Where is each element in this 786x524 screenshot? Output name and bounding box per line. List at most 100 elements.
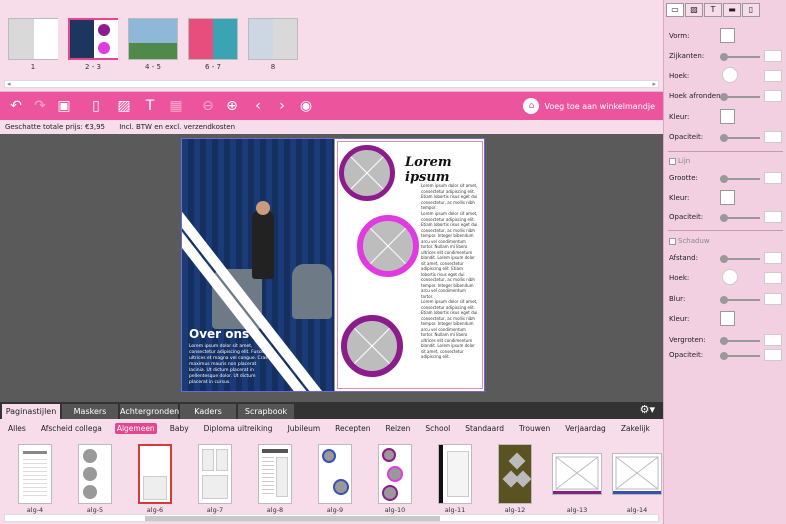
tab-scrapbook[interactable]: Scrapbook <box>238 404 294 419</box>
slider-knob[interactable] <box>720 337 728 345</box>
text-tab-icon[interactable]: T <box>704 3 722 17</box>
zijkanten-slider[interactable] <box>720 53 760 61</box>
schaduw-checkbox[interactable]: Schaduw <box>669 237 710 245</box>
grootte-slider[interactable] <box>720 175 760 183</box>
zijkanten-value[interactable] <box>764 50 782 62</box>
category-standaard[interactable]: Standaard <box>463 423 506 434</box>
preview-eye-icon[interactable]: ◉ <box>296 96 316 116</box>
tab-kaders[interactable]: Kaders <box>180 404 236 419</box>
afstand-slider[interactable] <box>720 255 760 263</box>
left-page-title[interactable]: Over ons <box>189 327 249 341</box>
slider-knob[interactable] <box>720 53 728 61</box>
category-baby[interactable]: Baby <box>168 423 191 434</box>
layout-thumb[interactable] <box>198 444 232 504</box>
page-thumb-8[interactable] <box>248 18 298 60</box>
opaciteit-value[interactable] <box>764 131 782 143</box>
category-recepten[interactable]: Recepten <box>333 423 372 434</box>
vergroten-value[interactable] <box>764 334 782 346</box>
page-thumb-6-7[interactable] <box>188 18 238 60</box>
category-verjaardag[interactable]: Verjaardag <box>563 423 608 434</box>
schaduw-opaciteit-slider[interactable] <box>720 352 760 360</box>
category-diploma-uitreiking[interactable]: Diploma uitreiking <box>202 423 275 434</box>
layout-thumb[interactable] <box>498 444 532 504</box>
vergroten-slider[interactable] <box>720 337 760 345</box>
category-afscheid-collega[interactable]: Afscheid collega <box>39 423 104 434</box>
page-tab-icon[interactable]: ▯ <box>742 3 760 17</box>
category-trouwen[interactable]: Trouwen <box>517 423 552 434</box>
slider-knob[interactable] <box>720 93 728 101</box>
add-image-icon[interactable]: ▨ <box>114 96 134 116</box>
schaduw-kleur-swatch[interactable] <box>720 311 735 326</box>
category-zakelijk[interactable]: Zakelijk <box>619 423 652 434</box>
image-placeholder-circle[interactable] <box>341 315 403 377</box>
add-to-cart-button[interactable]: ⌂ Voeg toe aan winkelmandje <box>523 97 655 115</box>
category-jubileum[interactable]: Jubileum <box>286 423 323 434</box>
category-reizen[interactable]: Reizen <box>383 423 412 434</box>
category-school[interactable]: School <box>423 423 452 434</box>
lijn-kleur-swatch[interactable] <box>720 190 735 205</box>
save-icon[interactable]: ▣ <box>54 96 74 116</box>
right-page-title[interactable]: Lorem ipsum <box>405 155 484 185</box>
schaduw-hoek-value[interactable] <box>764 272 782 284</box>
slider-knob[interactable] <box>720 255 728 263</box>
frame-tab-icon[interactable]: ▬ <box>723 3 741 17</box>
afstand-value[interactable] <box>764 252 782 264</box>
slider-knob[interactable] <box>720 352 728 360</box>
zoom-out-icon[interactable]: ⊖ <box>198 96 218 116</box>
layout-scrollbar[interactable] <box>4 514 659 522</box>
grootte-value[interactable] <box>764 172 782 184</box>
layout-thumb[interactable] <box>612 453 662 495</box>
tab-paginastijlen[interactable]: Paginastijlen <box>2 404 60 419</box>
image-tab-icon[interactable]: ▨ <box>685 3 703 17</box>
layout-thumb[interactable] <box>78 444 112 504</box>
layout-thumb[interactable] <box>438 444 472 504</box>
shape-tab-icon[interactable]: ▭ <box>666 3 684 17</box>
hoek-dial[interactable] <box>722 67 738 83</box>
tab-achtergronden[interactable]: Achtergronden <box>120 404 179 419</box>
page-thumb-4-5[interactable] <box>128 18 178 60</box>
checkbox-box[interactable] <box>669 157 676 165</box>
blur-slider[interactable] <box>720 296 760 304</box>
slider-knob[interactable] <box>720 175 728 183</box>
shape-selector[interactable] <box>720 28 735 43</box>
scrollbar-thumb[interactable] <box>145 516 440 521</box>
editor-canvas[interactable]: Over ons Lorem ipsum dolor sit amet, con… <box>0 134 663 402</box>
layout-thumb[interactable] <box>318 444 352 504</box>
kleur-swatch[interactable] <box>720 109 735 124</box>
add-page-icon[interactable]: ▯ <box>86 96 106 116</box>
slider-knob[interactable] <box>720 296 728 304</box>
thumbnails-scrollbar[interactable]: ◂ ▸ <box>4 80 659 88</box>
scroll-right-icon[interactable]: ▸ <box>652 80 656 88</box>
page-thumb-1[interactable] <box>8 18 58 60</box>
right-page-text-2[interactable]: Lorem ipsum dolor sit amet, consectetur … <box>421 211 479 299</box>
layout-thumb[interactable] <box>552 453 602 495</box>
previous-page-icon[interactable]: ‹ <box>248 96 268 116</box>
image-icon[interactable]: ▦ <box>166 96 186 116</box>
slider-knob[interactable] <box>720 134 728 142</box>
image-placeholder-circle[interactable] <box>357 215 419 277</box>
slider-knob[interactable] <box>720 214 728 222</box>
right-page[interactable]: Lorem ipsum Lorem ipsum dolor sit amet, … <box>334 139 484 391</box>
gear-icon[interactable]: ⚙▾ <box>640 403 655 416</box>
redo-icon[interactable]: ↷ <box>30 96 50 116</box>
layout-thumb[interactable] <box>258 444 292 504</box>
hoek-afronden-slider[interactable] <box>720 93 760 101</box>
checkbox-box[interactable] <box>669 237 676 245</box>
left-page[interactable]: Over ons Lorem ipsum dolor sit amet, con… <box>182 139 334 391</box>
hoek-value[interactable] <box>764 70 782 82</box>
page-thumb-2-3[interactable] <box>68 18 118 60</box>
lijn-opaciteit-slider[interactable] <box>720 214 760 222</box>
left-page-text[interactable]: Lorem ipsum dolor sit amet, consectetur … <box>189 344 269 386</box>
hoek-afronden-value[interactable] <box>764 90 782 102</box>
category-algemeen[interactable]: Algemeen <box>114 422 157 434</box>
blur-value[interactable] <box>764 293 782 305</box>
lijn-checkbox[interactable]: Lijn <box>669 157 690 165</box>
page-spread[interactable]: Over ons Lorem ipsum dolor sit amet, con… <box>181 138 485 392</box>
layout-thumb[interactable] <box>378 444 412 504</box>
schaduw-opaciteit-value[interactable] <box>764 349 782 361</box>
tab-maskers[interactable]: Maskers <box>62 404 118 419</box>
scroll-left-icon[interactable]: ◂ <box>7 80 11 88</box>
opaciteit-slider[interactable] <box>720 134 760 142</box>
undo-icon[interactable]: ↶ <box>6 96 26 116</box>
layout-thumb[interactable] <box>18 444 52 504</box>
